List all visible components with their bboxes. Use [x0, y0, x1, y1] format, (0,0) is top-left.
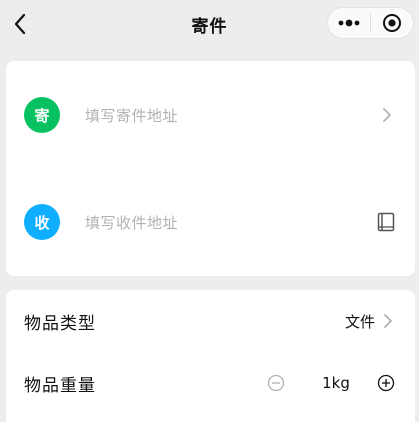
weight-increase-button[interactable] [376, 373, 396, 393]
mini-program-capsule [327, 7, 414, 39]
receiver-address-placeholder: 填写收件地址 [85, 213, 179, 232]
receiver-badge: 收 [24, 204, 60, 240]
minus-circle-icon [267, 374, 285, 392]
plus-circle-icon [377, 374, 395, 392]
address-book-icon[interactable] [376, 211, 396, 233]
close-mini-program-button[interactable] [371, 8, 413, 38]
navigation-bar: 寄件 [0, 0, 419, 48]
page: 寄件 寄 填写寄件地址 收 填写收件地址 物品类型 文件 物品重量 1kg [0, 0, 419, 422]
receiver-address-row[interactable]: 收 填写收件地址 [6, 192, 415, 252]
item-weight-row: 物品重量 1kg [6, 352, 415, 414]
chevron-right-icon [380, 105, 394, 125]
page-title: 寄件 [191, 16, 228, 37]
sender-badge: 寄 [24, 97, 60, 133]
back-button[interactable] [8, 10, 32, 38]
more-button[interactable] [328, 8, 370, 38]
weight-value: 1kg [322, 374, 350, 392]
chevron-left-icon [14, 13, 26, 35]
item-type-row[interactable]: 物品类型 文件 [6, 290, 415, 352]
target-circle-icon [383, 14, 401, 32]
chevron-right-icon [382, 311, 394, 331]
weight-decrease-button[interactable] [266, 373, 286, 393]
sender-address-placeholder: 填写寄件地址 [85, 106, 179, 125]
address-card: 寄 填写寄件地址 收 填写收件地址 [6, 61, 415, 276]
item-type-label: 物品类型 [24, 313, 96, 334]
item-info-card: 物品类型 文件 物品重量 1kg [6, 290, 415, 422]
more-dots-icon [338, 19, 360, 27]
item-weight-label: 物品重量 [24, 375, 96, 396]
sender-address-row[interactable]: 寄 填写寄件地址 [6, 85, 415, 145]
item-type-value: 文件 [344, 312, 375, 331]
